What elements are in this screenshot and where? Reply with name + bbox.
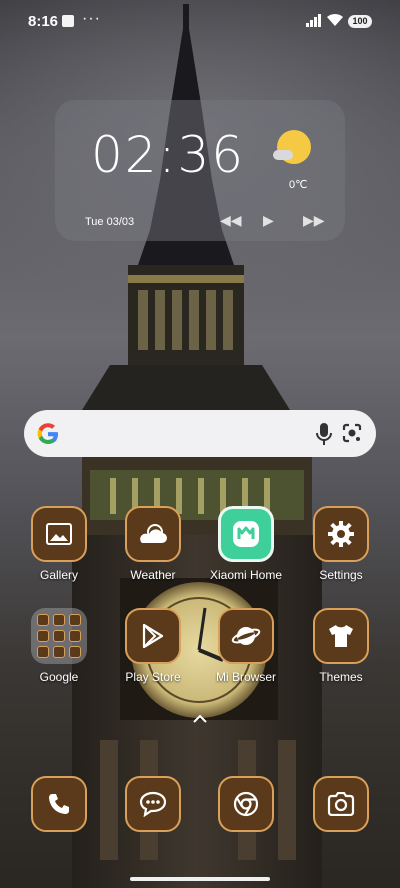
tshirt-icon — [313, 608, 369, 664]
app-themes[interactable]: Themes — [295, 608, 387, 684]
dock-messages[interactable] — [107, 776, 199, 832]
gallery-icon — [31, 506, 87, 562]
play-store-icon — [125, 608, 181, 664]
status-time: 8:16 — [28, 13, 59, 30]
widget-clock-time: 02:36 — [91, 126, 246, 184]
gear-icon — [313, 506, 369, 562]
dock-camera[interactable] — [295, 776, 387, 832]
clock-weather-widget[interactable]: 02:36 0℃ Tue 03/03 ◀◀ ▶ ▶▶ — [55, 100, 345, 241]
message-icon — [125, 776, 181, 832]
media-next-icon[interactable]: ▶▶ — [303, 212, 325, 229]
app-label: Play Store — [125, 670, 181, 684]
dock-phone[interactable] — [13, 776, 105, 832]
widget-temperature: 0℃ — [289, 179, 308, 191]
browser-planet-icon — [218, 608, 274, 664]
microphone-icon[interactable] — [316, 423, 332, 445]
notification-icon — [62, 15, 74, 27]
dock-chrome[interactable] — [200, 776, 292, 832]
folder-icon — [31, 608, 87, 664]
app-xiaomi-home[interactable]: Xiaomi Home — [200, 506, 292, 582]
wifi-icon — [327, 13, 343, 26]
media-previous-icon[interactable]: ◀◀ — [220, 212, 242, 229]
home-gesture-bar[interactable] — [130, 877, 270, 881]
weather-icon — [125, 506, 181, 562]
phone-icon — [31, 776, 87, 832]
app-label: Weather — [130, 568, 176, 582]
app-gallery[interactable]: Gallery — [13, 506, 105, 582]
app-label: Themes — [319, 670, 363, 684]
app-label: Mi Browser — [215, 670, 276, 684]
google-lens-icon[interactable] — [342, 423, 362, 443]
google-search-bar[interactable] — [24, 410, 376, 457]
app-weather[interactable]: Weather — [107, 506, 199, 582]
app-folder-google[interactable]: Google — [13, 608, 105, 684]
cloud-icon — [273, 150, 293, 160]
app-label: Xiaomi Home — [209, 568, 283, 582]
app-label: Gallery — [39, 568, 78, 582]
xiaomi-home-icon — [218, 506, 274, 562]
status-bar: 8:16 ··· 100 — [0, 0, 400, 44]
app-label: Google — [39, 670, 79, 684]
media-play-icon[interactable]: ▶ — [263, 212, 274, 229]
battery-indicator: 100 — [348, 15, 372, 28]
google-logo-icon — [37, 423, 58, 444]
chrome-icon — [218, 776, 274, 832]
app-label: Settings — [319, 568, 363, 582]
widget-date: Tue 03/03 — [85, 216, 135, 228]
signal-icon — [306, 14, 321, 27]
more-notifications-icon: ··· — [82, 10, 101, 27]
app-settings[interactable]: Settings — [295, 506, 387, 582]
camera-icon — [313, 776, 369, 832]
app-drawer-chevron-up-icon[interactable] — [192, 714, 208, 724]
app-play-store[interactable]: Play Store — [107, 608, 199, 684]
app-mi-browser[interactable]: Mi Browser — [200, 608, 292, 684]
